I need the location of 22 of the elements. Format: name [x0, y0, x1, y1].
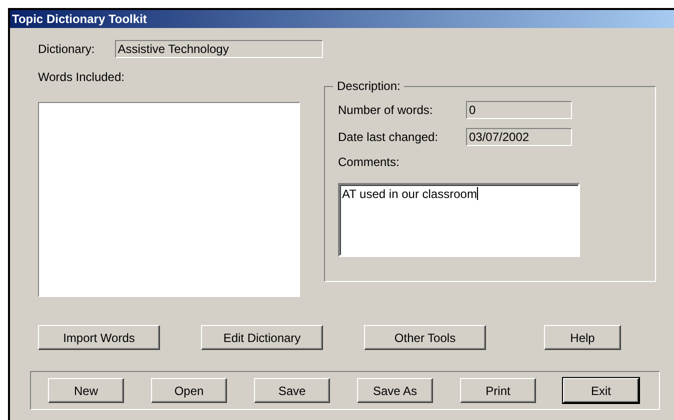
readonly-field[interactable]: 03/07/2002 [466, 128, 572, 146]
dictionary-field[interactable]: Assistive Technology [114, 40, 323, 58]
tool-button[interactable]: Other Tools [364, 325, 486, 350]
dictionary-label: Dictionary: [38, 42, 95, 56]
file-button[interactable]: Save As [357, 378, 433, 403]
group-title: Description: [333, 79, 404, 93]
comments-label: Comments: [338, 155, 400, 169]
tool-button[interactable]: Import Words [38, 325, 160, 350]
file-button[interactable]: Save [254, 378, 330, 403]
words-list[interactable] [38, 102, 300, 297]
tool-button[interactable]: Edit Dictionary [201, 325, 323, 350]
field-label: Date last changed: [338, 130, 440, 144]
file-button[interactable]: Open [151, 378, 227, 403]
file-button[interactable]: New [48, 378, 124, 403]
tool-button[interactable]: Help [544, 325, 621, 350]
file-button[interactable]: Exit [563, 378, 639, 403]
words-included-label: Words Included: [38, 70, 126, 84]
field-label: Number of words: [338, 103, 434, 117]
file-button[interactable]: Print [460, 378, 536, 403]
readonly-field[interactable]: 0 [466, 101, 572, 119]
comments-field[interactable]: AT used in our classroom [338, 183, 580, 257]
window-title: Topic Dictionary Toolkit [10, 10, 674, 28]
